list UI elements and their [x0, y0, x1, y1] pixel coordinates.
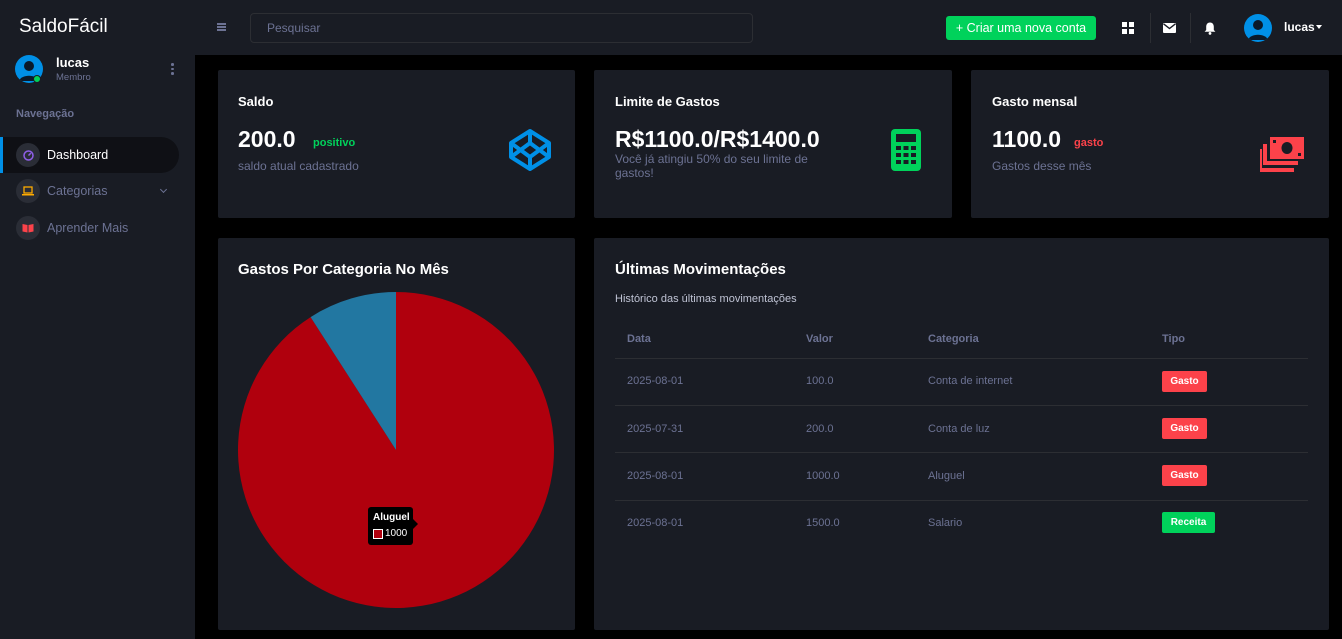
status-badge: Gasto — [1162, 465, 1207, 486]
chart-tooltip: Aluguel 1000 — [368, 507, 418, 545]
column-header-tipo: Tipo — [1162, 333, 1186, 345]
online-status-dot — [33, 75, 41, 83]
divider — [615, 405, 1308, 406]
card-subtitle: saldo atual cadastrado — [238, 159, 359, 173]
tooltip-label: Aluguel — [373, 512, 410, 523]
grid-icon[interactable] — [1116, 16, 1140, 40]
status-badge: positivo — [313, 137, 356, 149]
monthly-spending-value: 1100.0 — [992, 126, 1062, 152]
table-cell-categoria: Conta de luz — [928, 423, 990, 435]
column-header-categoria: Categoria — [928, 333, 979, 345]
limit-value: R$1100.0/R$1400.0 — [615, 126, 820, 152]
codepen-icon — [508, 128, 552, 177]
table-cell-categoria: Aluguel — [928, 470, 965, 482]
limite-card: Limite de Gastos R$1100.0/R$1400.0 Você … — [594, 70, 952, 218]
sidebar-item-aprender-mais[interactable]: Aprender Mais — [0, 210, 179, 246]
status-badge: gasto — [1074, 137, 1104, 149]
tooltip-value: 1000 — [385, 528, 408, 539]
top-navbar: SaldoFácil + Criar uma nova conta lucas — [0, 0, 1342, 55]
divider — [1150, 13, 1151, 43]
table-cell-valor: 100.0 — [806, 375, 834, 387]
movements-card: Últimas Movimentações Histórico das últi… — [594, 238, 1329, 630]
calculator-icon — [891, 129, 921, 176]
brand-logo[interactable]: SaldoFácil — [19, 16, 108, 38]
sidebar-item-label: Dashboard — [47, 148, 109, 162]
sidebar-user-name: lucas — [56, 55, 90, 70]
divider — [615, 358, 1308, 359]
saldo-card: Saldo 200.0 positivo saldo atual cadastr… — [218, 70, 575, 218]
table-cell-data: 2025-08-01 — [627, 517, 684, 529]
nav-heading: Navegação — [16, 108, 75, 120]
movements-description: Histórico das últimas movimentações — [615, 293, 797, 305]
book-icon — [16, 216, 40, 240]
card-title: Saldo — [238, 94, 274, 109]
card-subtitle: Você já atingiu 50% do seu limite de gas… — [615, 152, 808, 180]
table-cell-valor: 1000.0 — [806, 470, 840, 482]
menu-toggle-icon[interactable] — [217, 19, 228, 33]
more-options-icon[interactable] — [170, 62, 174, 76]
table-cell-categoria: Salario — [928, 517, 963, 529]
status-badge: Gasto — [1162, 371, 1207, 392]
table-cell-valor: 1500.0 — [806, 517, 840, 529]
status-badge: Gasto — [1162, 418, 1207, 439]
chevron-down-icon — [159, 185, 168, 194]
avatar[interactable] — [1244, 14, 1272, 42]
chevron-down-icon[interactable] — [1316, 25, 1322, 29]
search-input[interactable] — [250, 13, 753, 43]
laptop-icon — [16, 179, 40, 203]
sidebar-item-label: Categorias — [47, 184, 108, 198]
create-account-button[interactable]: + Criar uma nova conta — [946, 16, 1096, 40]
column-header-valor: Valor — [806, 333, 833, 345]
card-title: Gasto mensal — [992, 94, 1078, 109]
gasto-mensal-card: Gasto mensal 1100.0 gasto Gastos desse m… — [971, 70, 1329, 218]
sidebar-item-label: Aprender Mais — [47, 221, 129, 235]
card-subtitle: Gastos desse mês — [992, 159, 1092, 173]
table-cell-data: 2025-08-01 — [627, 375, 684, 387]
speedometer-icon — [16, 143, 40, 167]
table-cell-data: 2025-07-31 — [627, 423, 684, 435]
tooltip-swatch — [373, 529, 383, 539]
status-badge: Receita — [1162, 512, 1215, 533]
sidebar-item-dashboard[interactable]: Dashboard — [0, 137, 179, 173]
bell-icon[interactable] — [1198, 16, 1222, 40]
cash-icon — [1258, 136, 1306, 177]
movements-title: Últimas Movimentações — [615, 261, 786, 278]
card-title: Limite de Gastos — [615, 94, 720, 109]
balance-value: 200.0 — [238, 126, 296, 152]
table-cell-valor: 200.0 — [806, 423, 834, 435]
sidebar-user-role: Membro — [56, 72, 91, 83]
divider — [1190, 13, 1191, 43]
table-cell-data: 2025-08-01 — [627, 470, 684, 482]
sidebar-item-categorias[interactable]: Categorias — [0, 173, 179, 209]
category-chart-card: Gastos Por Categoria No Mês — [218, 238, 575, 630]
sidebar: lucas Membro Navegação Dashboard Categor… — [0, 55, 195, 639]
mail-icon[interactable] — [1157, 16, 1181, 40]
pie-chart — [237, 292, 554, 608]
user-menu[interactable]: lucas — [1284, 20, 1315, 34]
column-header-data: Data — [627, 333, 651, 345]
divider — [615, 452, 1308, 453]
divider — [615, 500, 1308, 501]
table-cell-categoria: Conta de internet — [928, 375, 1013, 387]
